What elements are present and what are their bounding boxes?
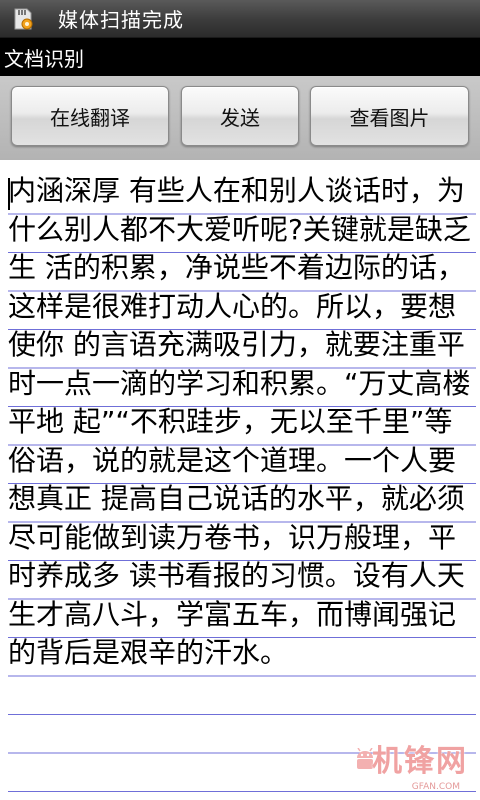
sd-card-scan-icon — [10, 6, 36, 32]
page-title: 文档识别 — [4, 46, 84, 71]
recognized-text[interactable]: 内涵深厚 有些人在和别人谈话时，为什么别人都不大爱听呢?关键就是缺乏生 活的积累… — [8, 172, 476, 800]
watermark-subtext: GFAN.COM — [411, 782, 460, 792]
online-translate-button[interactable]: 在线翻译 — [11, 86, 169, 146]
watermark-text: 机锋网 — [372, 744, 468, 779]
watermark: 机锋网 GFAN.COM — [354, 744, 474, 794]
document-text-area[interactable]: 内涵深厚 有些人在和别人谈话时，为什么别人都不大爱听呢?关键就是缺乏生 活的积累… — [0, 160, 480, 800]
toolbar: 在线翻译 发送 查看图片 — [0, 76, 480, 160]
notification-text: 媒体扫描完成 — [58, 8, 184, 32]
view-image-button[interactable]: 查看图片 — [310, 86, 469, 146]
text-cursor — [8, 178, 10, 210]
send-button[interactable]: 发送 — [181, 86, 299, 146]
title-bar: 文档识别 — [0, 38, 480, 76]
status-bar: 媒体扫描完成 — [0, 0, 480, 38]
